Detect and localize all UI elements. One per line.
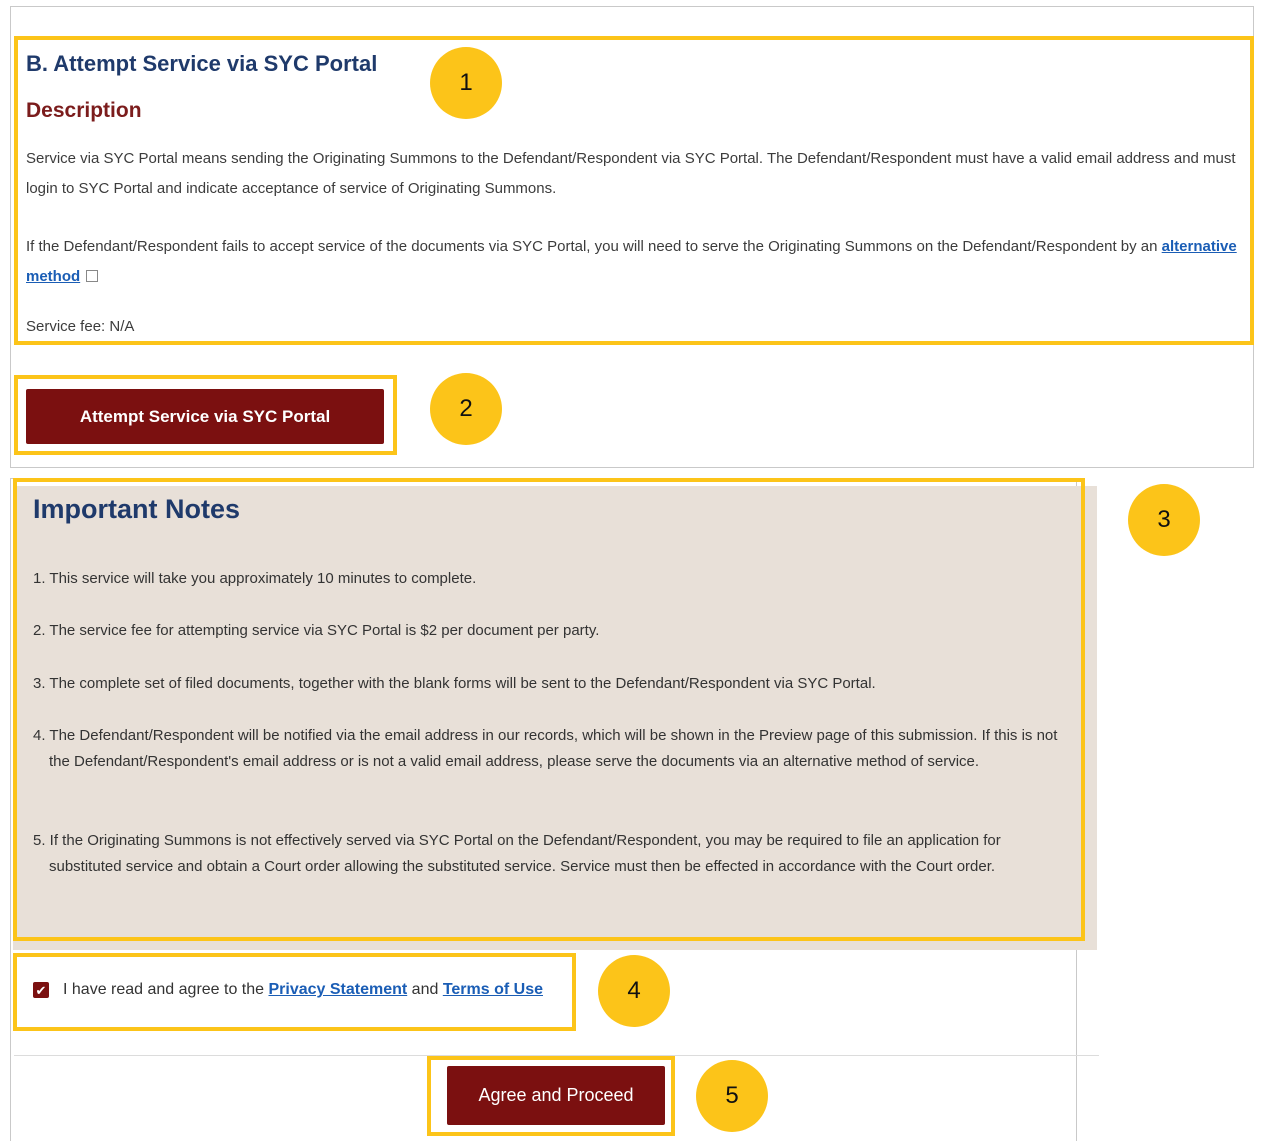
callout-badge-4: 4 (598, 955, 670, 1027)
callout-badge-3: 3 (1128, 484, 1200, 556)
callout-badge-1: 1 (430, 47, 502, 119)
callout-badge-5: 5 (696, 1060, 768, 1132)
highlight-description (14, 36, 1254, 345)
highlight-proceed-button (427, 1056, 675, 1136)
highlight-attempt-button (14, 375, 397, 455)
highlight-agreement (13, 953, 576, 1031)
highlight-important-notes (13, 478, 1085, 941)
callout-badge-2: 2 (430, 373, 502, 445)
